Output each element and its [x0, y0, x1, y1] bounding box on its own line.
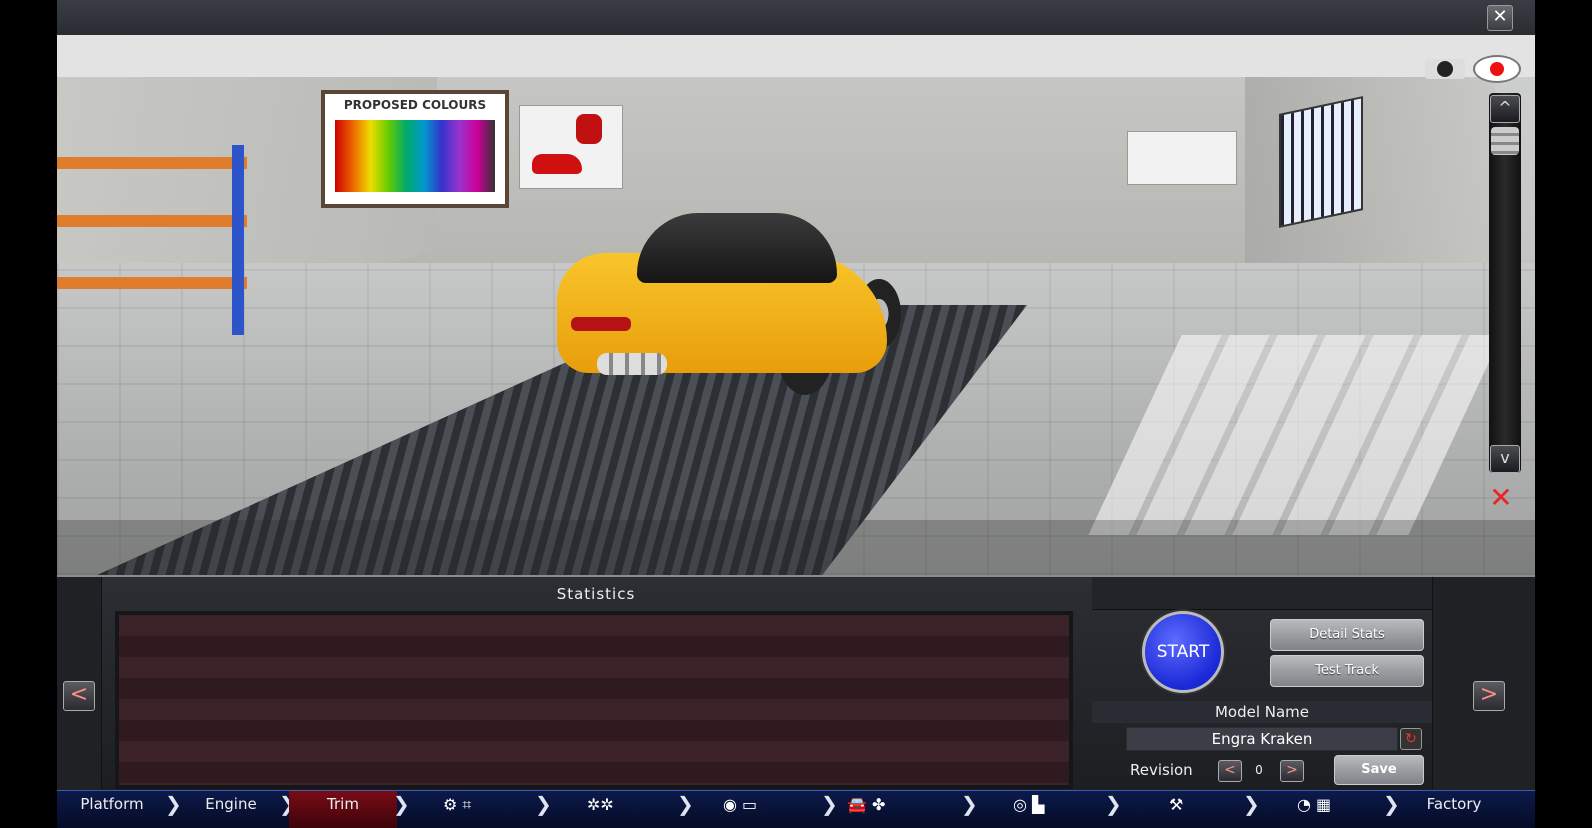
- chevron-right-icon: ❯: [961, 792, 978, 816]
- red-car-sketch: [576, 114, 602, 144]
- testing-icon[interactable]: ◔ ▦: [1297, 797, 1331, 815]
- model-name-input[interactable]: [1126, 727, 1398, 751]
- revision-increase-button[interactable]: >: [1280, 760, 1304, 782]
- brakes-body-icon[interactable]: ◉ ▭: [723, 797, 757, 815]
- designer-nav-bar: Platform ❯ Engine ❯ Trim ❯ ⚙ ⌗ ❯ ✲✲ ❯ ◉ …: [57, 790, 1535, 828]
- close-button[interactable]: ✕: [1487, 5, 1513, 31]
- viewport-shade: [57, 520, 1535, 575]
- poster-title: PROPOSED COLOURS: [343, 98, 487, 112]
- next-page-button[interactable]: >: [1473, 681, 1505, 711]
- chevron-right-icon: ❯: [1105, 792, 1122, 816]
- test-track-button[interactable]: Test Track: [1270, 655, 1424, 687]
- tab-factory[interactable]: Factory: [1399, 791, 1509, 828]
- model-panel-header: [1092, 577, 1432, 610]
- zoom-slider-thumb[interactable]: [1491, 127, 1519, 155]
- chevron-right-icon: ❯: [677, 792, 694, 816]
- car-sketch-poster: [519, 105, 623, 189]
- prev-page-button[interactable]: <: [63, 681, 95, 711]
- start-button[interactable]: START: [1142, 611, 1224, 693]
- suspension-icon[interactable]: ⚒: [1169, 797, 1183, 815]
- interior-icon[interactable]: ◎ ▙: [1013, 797, 1044, 815]
- right-column-b: >: [1473, 577, 1535, 792]
- zoom-in-button[interactable]: ^: [1490, 95, 1520, 123]
- shelf-board: [57, 157, 247, 169]
- tab-trim[interactable]: Trim: [289, 791, 397, 828]
- chevron-right-icon: ❯: [821, 792, 838, 816]
- tab-platform[interactable]: Platform: [57, 791, 167, 828]
- save-button[interactable]: Save: [1334, 755, 1424, 785]
- statistics-box: [115, 611, 1073, 789]
- aero-cooling-icon[interactable]: 🚘 ✤: [847, 797, 885, 815]
- garage-window: [1279, 96, 1363, 228]
- eye-pupil: [1490, 62, 1504, 76]
- detail-stats-button[interactable]: Detail Stats: [1270, 619, 1424, 651]
- right-column-a: [1432, 577, 1474, 792]
- shelf-board: [57, 277, 247, 289]
- chevron-right-icon: ❯: [165, 792, 182, 816]
- car-3d-viewport[interactable]: PROPOSED COLOURS ^ v ✕: [57, 35, 1535, 575]
- left-column: <: [57, 577, 102, 792]
- car-roof: [637, 213, 837, 283]
- gearbox-icon[interactable]: ⚙ ⌗: [443, 797, 471, 815]
- shelf-board: [57, 215, 247, 227]
- camera-lens: [1437, 61, 1453, 77]
- car-tail-lights: [571, 317, 631, 331]
- refresh-icon[interactable]: ↻: [1400, 728, 1422, 750]
- revision-label: Revision: [1130, 761, 1193, 779]
- camera-icon[interactable]: [1425, 53, 1465, 79]
- colour-swatch-grid: [335, 120, 495, 192]
- zoom-slider[interactable]: ^ v: [1489, 93, 1521, 473]
- red-car-sketch: [532, 154, 582, 174]
- chevron-right-icon: ❯: [1243, 792, 1260, 816]
- chevron-right-icon: ❯: [393, 792, 410, 816]
- shelf-unit: [57, 145, 257, 335]
- title-bar: ✕: [57, 0, 1535, 36]
- car-sketch-poster: [1127, 131, 1237, 185]
- bottom-panel: < Statistics START Detail Stats Test Tra…: [57, 575, 1535, 792]
- model-panel: START Detail Stats Test Track Model Name…: [1092, 577, 1432, 792]
- reset-view-icon[interactable]: ✕: [1481, 483, 1521, 513]
- garage-ceiling: [57, 35, 1535, 77]
- chevron-right-icon: ❯: [535, 792, 552, 816]
- colours-poster: PROPOSED COLOURS: [321, 90, 509, 208]
- wheels-icon[interactable]: ✲✲: [587, 797, 614, 815]
- tab-engine[interactable]: Engine: [181, 791, 281, 828]
- zoom-out-button[interactable]: v: [1490, 445, 1520, 473]
- revision-decrease-button[interactable]: <: [1218, 760, 1242, 782]
- car-model[interactable]: [557, 213, 917, 395]
- revision-value: 0: [1255, 763, 1263, 777]
- model-name-label: Model Name: [1092, 701, 1432, 723]
- shelf-post: [232, 145, 244, 335]
- game-window: ✕ PROPOSED COLOURS ^ v ✕ < Statistics ST…: [57, 0, 1535, 828]
- chevron-right-icon: ❯: [1383, 792, 1400, 816]
- car-exhaust: [597, 353, 667, 375]
- statistics-title: Statistics: [556, 585, 636, 603]
- eye-icon[interactable]: [1473, 55, 1521, 83]
